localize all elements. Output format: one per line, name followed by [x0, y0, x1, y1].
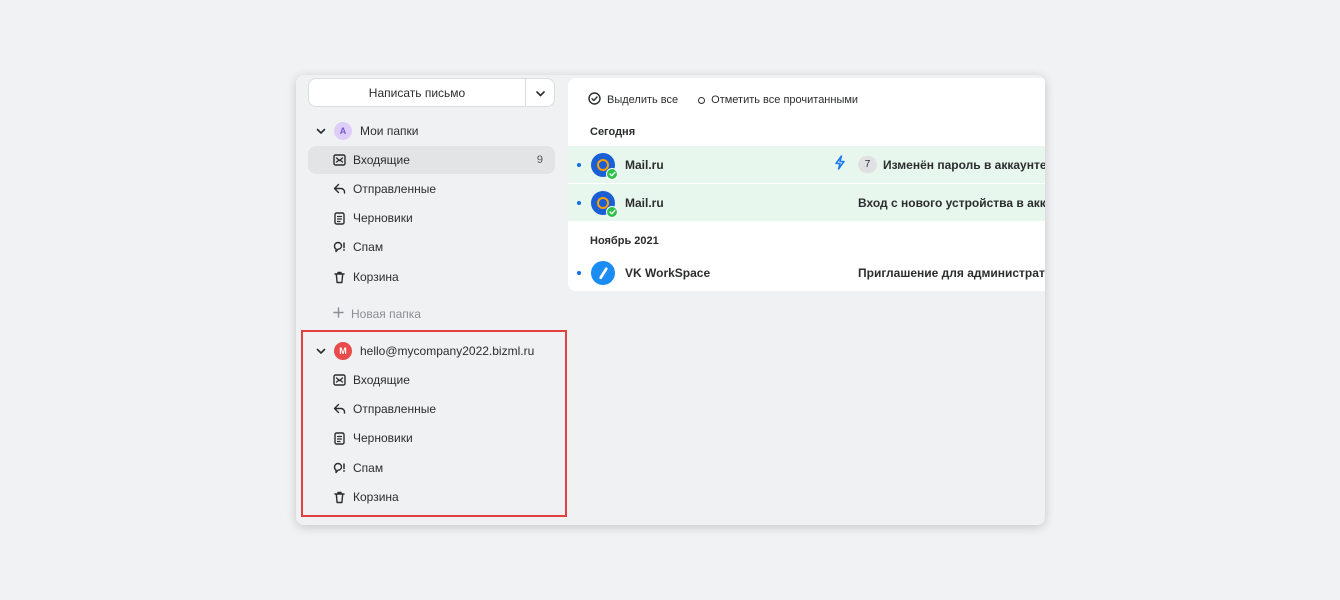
- folder-label: Черновики: [353, 211, 413, 225]
- folder-inbox[interactable]: Входящие 9: [308, 146, 555, 174]
- folder-label: Корзина: [353, 490, 399, 504]
- verified-check-icon: [606, 167, 618, 180]
- spam-icon: [333, 241, 346, 254]
- account-folder-drafts[interactable]: Черновики: [308, 424, 555, 452]
- thread-count-badge: 7: [858, 156, 877, 173]
- compose-dropdown-button[interactable]: [525, 79, 554, 106]
- unread-dot-icon[interactable]: [577, 200, 581, 205]
- folder-label: Отправленные: [353, 182, 437, 196]
- message-subject: Приглашение для администратора: [858, 265, 1045, 280]
- account-header[interactable]: M hello@mycompany2022.bizml.ru: [316, 340, 556, 362]
- select-all-label: Выделить все: [607, 94, 679, 106]
- trash-icon: [333, 271, 346, 284]
- group-title: Мои папки: [360, 124, 419, 138]
- avatar: A: [334, 122, 352, 140]
- sent-icon: [333, 183, 346, 196]
- read-dot-icon: [698, 96, 706, 104]
- inbox-icon: [333, 374, 346, 387]
- sender-avatar: [591, 190, 618, 218]
- compose-group: Написать письмо: [308, 78, 555, 107]
- list-toolbar: Выделить все Отметить все прочитанными: [588, 91, 858, 109]
- inbox-icon: [333, 154, 346, 167]
- avatar: M: [334, 342, 352, 360]
- account-folder-inbox[interactable]: Входящие: [308, 366, 555, 394]
- select-all-button[interactable]: Выделить все: [588, 92, 678, 108]
- folder-spam[interactable]: Спам: [308, 233, 555, 261]
- verified-check-icon: [606, 205, 618, 218]
- folder-label: Входящие: [353, 373, 410, 387]
- trash-icon: [333, 491, 346, 504]
- drafts-icon: [333, 431, 346, 445]
- folder-label: Корзина: [353, 270, 399, 284]
- my-folders-header[interactable]: A Мои папки: [316, 120, 556, 142]
- folder-label: Входящие: [353, 153, 410, 167]
- folder-label: Спам: [353, 461, 384, 475]
- folder-label: Черновики: [353, 431, 413, 445]
- date-group-label: Ноябрь 2021: [590, 235, 659, 247]
- account-email: hello@mycompany2022.bizml.ru: [360, 344, 535, 358]
- sender-name: Mail.ru: [625, 157, 664, 172]
- sender-avatar: [591, 260, 615, 285]
- message-list: Выделить все Отметить все прочитанными С…: [568, 78, 1045, 291]
- chevron-down-icon: [316, 344, 326, 358]
- sidebar: Написать письмо A Мои папки Входящие 9 О…: [296, 75, 567, 525]
- date-group-label: Сегодня: [590, 126, 636, 138]
- message-subject: Вход с нового устройства в аккаунт: [858, 195, 1045, 210]
- account-folder-sent[interactable]: Отправленные: [308, 395, 555, 423]
- sender-name: Mail.ru: [625, 195, 664, 210]
- plus-icon: [333, 307, 344, 321]
- mark-all-read-button[interactable]: Отметить все прочитанными: [688, 94, 858, 106]
- folder-label: Спам: [353, 240, 384, 254]
- folder-sent[interactable]: Отправленные: [308, 175, 555, 203]
- message-row[interactable]: Mail.ru Вход с нового устройства в аккау…: [568, 184, 1045, 221]
- account-folder-spam[interactable]: Спам: [308, 454, 555, 482]
- new-folder-label: Новая папка: [351, 307, 421, 321]
- account-folder-trash[interactable]: Корзина: [308, 483, 555, 511]
- folder-trash[interactable]: Корзина: [308, 263, 555, 291]
- unread-dot-icon[interactable]: [577, 270, 581, 275]
- sender-avatar: [591, 152, 618, 180]
- lightning-icon: [834, 154, 846, 175]
- folder-label: Отправленные: [353, 402, 437, 416]
- spam-icon: [333, 462, 346, 475]
- check-circle-icon: [588, 92, 601, 108]
- folder-drafts[interactable]: Черновики: [308, 204, 555, 232]
- message-row[interactable]: Mail.ru 7 Изменён пароль в аккаунте: [568, 146, 1045, 183]
- unread-count: 9: [536, 154, 543, 166]
- message-subject: Изменён пароль в аккаунте: [883, 157, 1045, 172]
- message-row[interactable]: VK WorkSpace Приглашение для администрат…: [568, 254, 1045, 291]
- mark-all-read-label: Отметить все прочитанными: [711, 94, 859, 106]
- mail-window: Написать письмо A Мои папки Входящие 9 О…: [296, 75, 1045, 525]
- new-folder-button[interactable]: Новая папка: [333, 304, 421, 324]
- chevron-down-icon: [535, 84, 545, 102]
- sent-icon: [333, 403, 346, 416]
- drafts-icon: [333, 211, 346, 225]
- sender-name: VK WorkSpace: [625, 265, 711, 280]
- unread-dot-icon[interactable]: [577, 162, 581, 167]
- compose-button[interactable]: Написать письмо: [309, 79, 525, 106]
- chevron-down-icon: [316, 124, 326, 138]
